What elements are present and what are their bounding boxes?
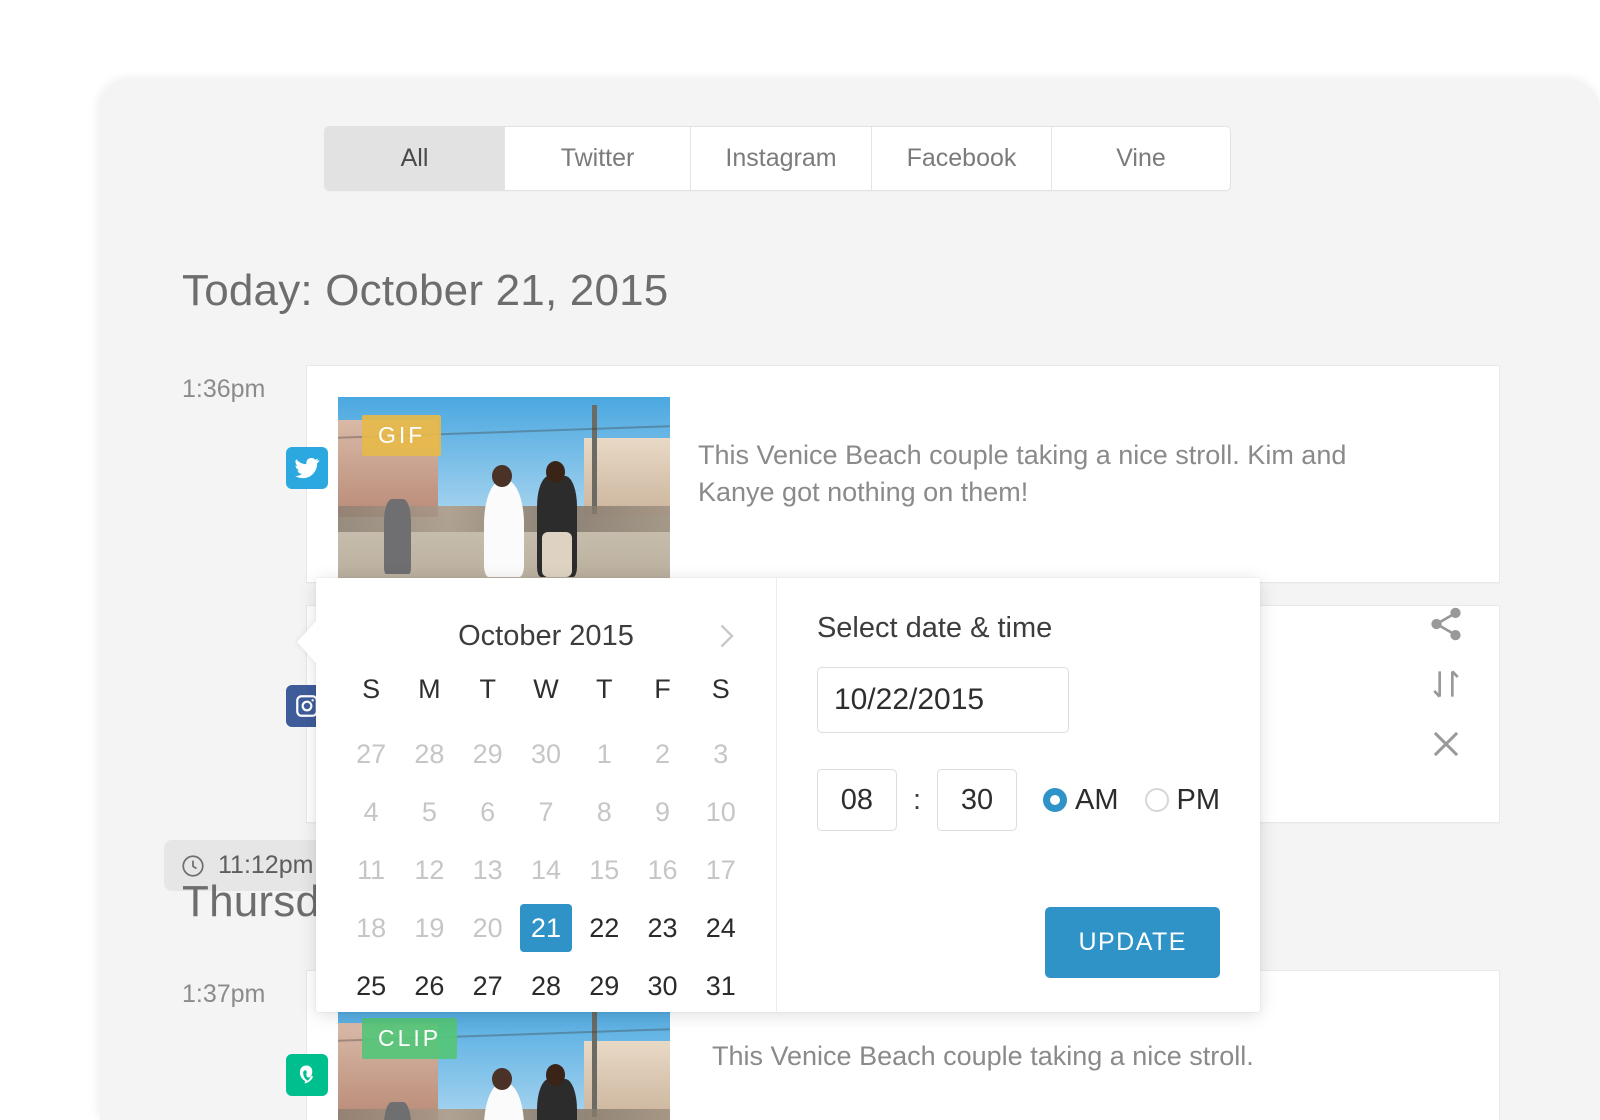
calendar-day: 12 bbox=[414, 855, 445, 885]
app-window: All Twitter Instagram Facebook Vine Toda… bbox=[100, 80, 1600, 1120]
vine-icon bbox=[286, 1054, 328, 1096]
calendar-day: 9 bbox=[655, 797, 671, 827]
am-radio-option[interactable]: AM bbox=[1043, 784, 1119, 817]
time-row: : AM PM bbox=[816, 769, 1221, 831]
weekday-header: S bbox=[711, 674, 730, 704]
calendar-day: 17 bbox=[705, 855, 736, 885]
calendar-day: 1 bbox=[596, 739, 612, 769]
post-text: This Venice Beach couple taking a nice s… bbox=[698, 440, 1347, 508]
calendar-day[interactable]: 26 bbox=[400, 963, 458, 1009]
calendar-day: 28 bbox=[414, 739, 445, 769]
calendar-day: 15 bbox=[589, 855, 620, 885]
post-thumbnail[interactable]: CLIP bbox=[338, 1000, 670, 1120]
share-icon[interactable] bbox=[1427, 605, 1465, 643]
media-type-badge: GIF bbox=[362, 415, 442, 456]
weekday-header: T bbox=[479, 674, 496, 704]
calendar-day-selected[interactable]: 21 bbox=[517, 904, 575, 952]
calendar-day: 29 bbox=[472, 739, 503, 769]
datetime-form-pane: Select date & time : AM PM UPDATE bbox=[777, 578, 1260, 1012]
calendar-day: 18 bbox=[356, 913, 387, 943]
update-button[interactable]: UPDATE bbox=[1045, 907, 1220, 978]
calendar-day: 10 bbox=[705, 797, 736, 827]
network-filter-tabs: All Twitter Instagram Facebook Vine bbox=[324, 126, 1231, 191]
minute-input[interactable] bbox=[937, 769, 1017, 831]
calendar-day: 3 bbox=[713, 739, 729, 769]
post-actions-rail bbox=[1415, 605, 1477, 763]
calendar-day[interactable]: 24 bbox=[692, 905, 750, 951]
calendar-pane: October 2015 S M T W T F S 27 28 29 30 1… bbox=[316, 578, 777, 1012]
am-radio-icon[interactable] bbox=[1043, 788, 1067, 812]
close-icon[interactable] bbox=[1427, 725, 1465, 763]
calendar-grid: S M T W T F S 27 28 29 30 1 2 3 4 5 6 7 … bbox=[342, 674, 750, 1009]
calendar-day: 19 bbox=[414, 913, 445, 943]
pm-radio-option[interactable]: PM bbox=[1144, 783, 1221, 817]
calendar-day[interactable]: 23 bbox=[633, 905, 691, 951]
calendar-day: 16 bbox=[647, 855, 678, 885]
post-time-label: 1:36pm bbox=[182, 375, 266, 403]
calendar-day: 14 bbox=[530, 855, 561, 885]
time-separator: : bbox=[912, 783, 921, 816]
day-heading-today: Today: October 21, 2015 bbox=[182, 266, 669, 315]
calendar-day: 20 bbox=[472, 913, 503, 943]
tab-all[interactable]: All bbox=[325, 127, 505, 190]
calendar-day: 2 bbox=[655, 739, 671, 769]
post-text: This Venice Beach couple taking a nice s… bbox=[712, 1041, 1254, 1071]
weekday-header: T bbox=[595, 674, 613, 704]
weekday-header: S bbox=[362, 674, 381, 704]
calendar-day-selected-label: 21 bbox=[519, 904, 572, 952]
post-text: h bbox=[1242, 785, 1382, 822]
calendar-day: 5 bbox=[421, 797, 437, 827]
date-input[interactable] bbox=[816, 667, 1069, 733]
pm-radio-icon[interactable] bbox=[1144, 788, 1169, 812]
popover-caret bbox=[297, 620, 317, 664]
calendar-header: October 2015 bbox=[342, 612, 750, 660]
calendar-day: 8 bbox=[596, 797, 612, 827]
media-type-badge: CLIP bbox=[362, 1018, 458, 1059]
post-thumbnail[interactable]: GIF bbox=[338, 397, 670, 585]
calendar-day: 6 bbox=[480, 797, 496, 827]
weekday-header: W bbox=[533, 674, 559, 704]
calendar-day: 11 bbox=[357, 855, 386, 885]
calendar-day: 27 bbox=[356, 739, 387, 769]
reorder-swap-icon[interactable] bbox=[1427, 665, 1465, 703]
tab-instagram[interactable]: Instagram bbox=[691, 127, 872, 190]
tab-twitter[interactable]: Twitter bbox=[505, 127, 691, 190]
calendar-day: 30 bbox=[530, 739, 561, 769]
form-title: Select date & time bbox=[816, 612, 1053, 644]
calendar-month-title: October 2015 bbox=[458, 620, 634, 652]
twitter-icon bbox=[286, 447, 328, 489]
calendar-day[interactable]: 27 bbox=[459, 963, 517, 1009]
tab-facebook[interactable]: Facebook bbox=[872, 127, 1052, 190]
calendar-day[interactable]: 31 bbox=[692, 963, 750, 1009]
calendar-day[interactable]: 25 bbox=[342, 963, 400, 1009]
calendar-day[interactable]: 30 bbox=[633, 963, 691, 1009]
tab-vine[interactable]: Vine bbox=[1052, 127, 1230, 190]
hour-input[interactable] bbox=[816, 769, 897, 831]
post-time-label: 11:12pm bbox=[218, 851, 314, 879]
calendar-day[interactable]: 22 bbox=[575, 905, 633, 951]
calendar-day: 13 bbox=[472, 855, 503, 885]
calendar-day: 7 bbox=[538, 797, 554, 827]
am-label: AM bbox=[1075, 783, 1119, 816]
calendar-day: 4 bbox=[363, 797, 379, 827]
pm-label: PM bbox=[1176, 783, 1221, 816]
chevron-right-icon[interactable] bbox=[708, 618, 744, 654]
weekday-header: M bbox=[418, 674, 441, 704]
weekday-header: F bbox=[654, 674, 671, 704]
datetime-picker-popover: October 2015 S M T W T F S 27 28 29 30 1… bbox=[297, 578, 1260, 1012]
clock-icon bbox=[182, 854, 204, 877]
post-time-label: 1:37pm bbox=[182, 980, 266, 1008]
calendar-day[interactable]: 28 bbox=[517, 963, 575, 1009]
calendar-day[interactable]: 29 bbox=[575, 963, 633, 1009]
